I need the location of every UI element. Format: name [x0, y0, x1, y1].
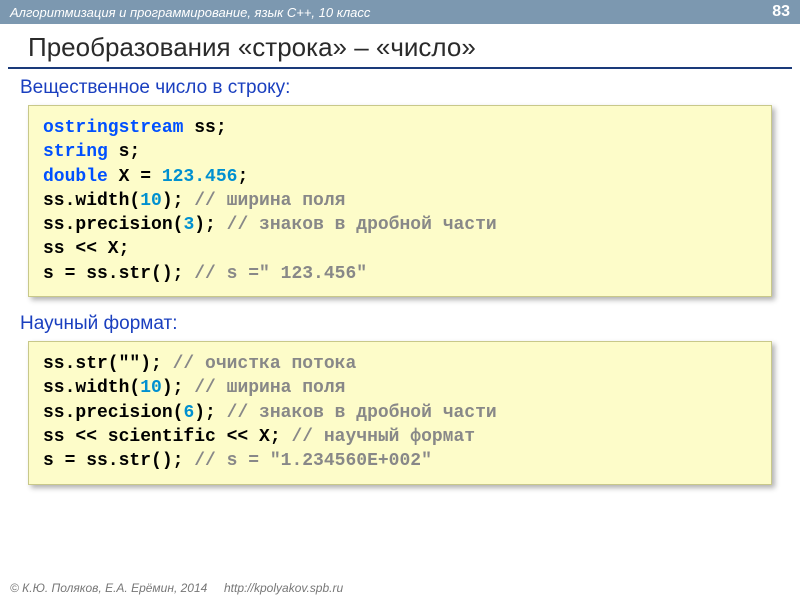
footer: © К.Ю. Поляков, Е.А. Ерёмин, 2014 http:/…	[10, 581, 343, 595]
keyword: double	[43, 167, 108, 187]
code-text: s;	[108, 142, 140, 162]
code-line: s = ss.str(); // s =" 123.456"	[43, 262, 757, 286]
code-text: ss << X;	[43, 239, 129, 259]
section-label-1: Вещественное число в строку:	[0, 69, 800, 105]
code-text: X =	[108, 167, 162, 187]
comment: // s = "1.234560E+002"	[194, 451, 432, 471]
code-line: ss << scientific << X; // научный формат	[43, 425, 757, 449]
code-text: ss.str("");	[43, 354, 173, 374]
course-title: Алгоритмизация и программирование, язык …	[10, 5, 370, 20]
comment: // s =" 123.456"	[194, 264, 367, 284]
slide-header: Алгоритмизация и программирование, язык …	[0, 0, 800, 24]
number: 3	[183, 215, 194, 235]
footer-url: http://kpolyakov.spb.ru	[224, 581, 343, 595]
keyword: string	[43, 142, 108, 162]
comment: // научный формат	[291, 427, 475, 447]
code-text: );	[194, 215, 226, 235]
keyword: ostringstream	[43, 118, 183, 138]
number: 10	[140, 191, 162, 211]
comment: // знаков в дробной части	[227, 215, 497, 235]
code-text: ss.width(	[43, 378, 140, 398]
code-line: ss << X;	[43, 237, 757, 261]
code-line: ss.precision(6); // знаков в дробной час…	[43, 401, 757, 425]
code-text: ss.precision(	[43, 215, 183, 235]
code-text: s = ss.str();	[43, 451, 194, 471]
code-text: ss;	[183, 118, 226, 138]
section-label-2: Научный формат:	[0, 305, 800, 341]
number: 6	[183, 403, 194, 423]
code-line: s = ss.str(); // s = "1.234560E+002"	[43, 449, 757, 473]
number: 123.456	[162, 167, 238, 187]
code-text: ss << scientific << X;	[43, 427, 291, 447]
code-block-1: ostringstream ss; string s; double X = 1…	[28, 105, 772, 297]
comment: // очистка потока	[173, 354, 357, 374]
code-line: ss.width(10); // ширина поля	[43, 189, 757, 213]
code-text: );	[162, 378, 194, 398]
code-text: s = ss.str();	[43, 264, 194, 284]
number: 10	[140, 378, 162, 398]
copyright: © К.Ю. Поляков, Е.А. Ерёмин, 2014	[10, 581, 207, 595]
page-number: 83	[772, 3, 790, 21]
comment: // знаков в дробной части	[227, 403, 497, 423]
code-line: string s;	[43, 140, 757, 164]
code-line: ss.precision(3); // знаков в дробной час…	[43, 213, 757, 237]
code-text: );	[194, 403, 226, 423]
code-text: ;	[237, 167, 248, 187]
comment: // ширина поля	[194, 191, 345, 211]
comment: // ширина поля	[194, 378, 345, 398]
code-line: ostringstream ss;	[43, 116, 757, 140]
code-line: double X = 123.456;	[43, 165, 757, 189]
code-text: ss.width(	[43, 191, 140, 211]
slide-title: Преобразования «строка» – «число»	[8, 24, 792, 69]
code-text: );	[162, 191, 194, 211]
code-line: ss.width(10); // ширина поля	[43, 376, 757, 400]
code-block-2: ss.str(""); // очистка потока ss.width(1…	[28, 341, 772, 484]
code-text: ss.precision(	[43, 403, 183, 423]
code-line: ss.str(""); // очистка потока	[43, 352, 757, 376]
